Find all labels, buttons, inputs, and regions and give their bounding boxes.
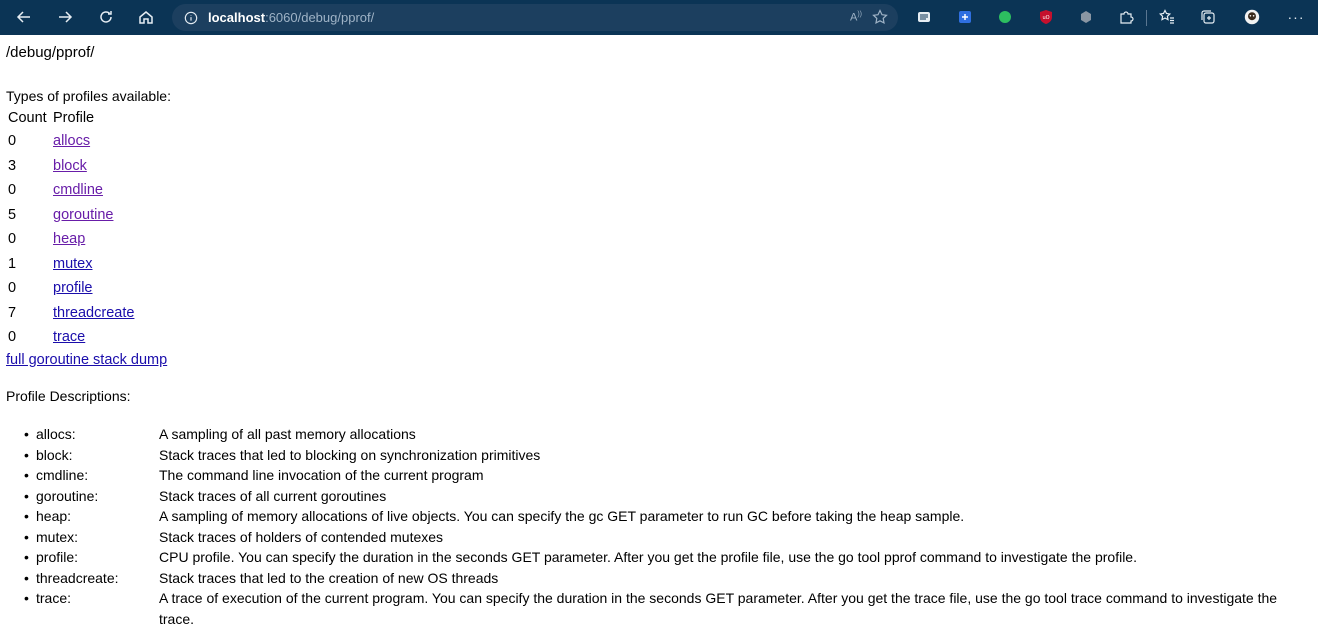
table-row: 0 cmdline (6, 178, 136, 203)
more-menu-icon[interactable]: ··· (1286, 7, 1306, 27)
profile-count: 0 (8, 182, 17, 199)
collections-icon[interactable] (1198, 7, 1218, 27)
table-row: 5 goroutine (6, 203, 136, 228)
profile-cell: mutex (51, 252, 136, 277)
description-text: A trace of execution of the current prog… (159, 590, 1278, 627)
profile-link-cmdline[interactable]: cmdline (53, 182, 103, 198)
profile-cell: threadcreate (51, 301, 136, 326)
profile-cell: trace (51, 325, 136, 350)
profile-link-heap[interactable]: heap (53, 231, 85, 247)
profile-count: 5 (8, 206, 17, 223)
page-path-heading: /debug/pprof/ (6, 44, 95, 61)
list-item: heap: A sampling of memory allocations of… (24, 506, 1304, 527)
profile-count: 0 (8, 280, 17, 297)
extension-evernote-icon[interactable] (995, 7, 1015, 27)
table-row: 0 allocs (6, 129, 136, 154)
profile-cell: heap (51, 227, 136, 252)
description-text: Stack traces that led to blocking on syn… (159, 446, 541, 463)
add-favorite-icon[interactable] (872, 9, 888, 25)
list-item: profile: CPU profile. You can specify the… (24, 547, 1304, 568)
extension-shield-icon[interactable] (955, 7, 975, 27)
description-text: Stack traces of holders of contended mut… (159, 528, 444, 545)
description-name: block: (36, 446, 73, 463)
profile-link-block[interactable]: block (53, 158, 87, 174)
url-host: localhost (208, 10, 266, 25)
list-item: threadcreate: Stack traces that led to th… (24, 568, 1304, 589)
list-item: trace: A trace of execution of the curren… (24, 588, 1304, 629)
count-header: Count (8, 109, 47, 126)
profile-count: 0 (8, 133, 17, 150)
description-name: threadcreate: (36, 569, 119, 586)
profile-header: Profile (53, 109, 95, 126)
list-item: goroutine: Stack traces of all current go… (24, 486, 1304, 507)
profiles-table: Count Profile 0 allocs 3 block 0 cmdline 5 goro… (6, 106, 136, 350)
list-item: cmdline: The command line invocation of t… (24, 465, 1304, 486)
full-goroutine-dump-link[interactable]: full goroutine stack dump (6, 352, 167, 368)
description-text: A sampling of all past memory allocation… (159, 426, 416, 442)
back-arrow-icon[interactable] (12, 5, 36, 29)
description-name: mutex: (36, 528, 79, 545)
description-text: Stack traces of all current goroutines (159, 487, 387, 504)
table-row: 0 profile (6, 276, 136, 301)
forward-arrow-icon[interactable] (53, 5, 77, 29)
profile-link-mutex[interactable]: mutex (53, 256, 93, 272)
list-item: block: Stack traces that led to blocking … (24, 445, 1304, 466)
table-row: 1 mutex (6, 252, 136, 277)
table-row: 0 heap (6, 227, 136, 252)
description-name: heap: (36, 508, 72, 524)
profile-link-threadcreate[interactable]: threadcreate (53, 305, 134, 321)
extension-ublock-icon[interactable]: uO (1036, 7, 1056, 27)
address-bar[interactable]: localhost:6060/debug/pprof/ A)) (172, 4, 898, 31)
profile-count: 1 (8, 255, 17, 272)
profile-descriptions-list: allocs: A sampling of all past memory all… (24, 424, 1304, 629)
profile-cell: allocs (51, 129, 136, 154)
profile-cell: profile (51, 276, 136, 301)
profile-link-trace[interactable]: trace (53, 329, 85, 345)
profile-count: 7 (8, 304, 17, 321)
profile-count: 0 (8, 329, 17, 346)
read-aloud-icon[interactable]: A)) (850, 11, 862, 24)
table-row: 7 threadcreate (6, 301, 136, 326)
profile-cell: cmdline (51, 178, 136, 203)
extension-notes-icon[interactable] (914, 7, 934, 27)
url-path: :6060/debug/pprof/ (265, 10, 375, 25)
profile-count: 0 (8, 231, 17, 248)
profile-cell: goroutine (51, 203, 136, 228)
table-row: 0 trace (6, 325, 136, 350)
toolbar-divider (1146, 10, 1147, 26)
table-row: 3 block (6, 154, 136, 179)
description-name: trace: (36, 590, 72, 606)
description-name: goroutine: (36, 487, 99, 504)
profiles-header-row: Count Profile (6, 106, 136, 129)
home-icon[interactable] (134, 5, 158, 29)
favorites-icon[interactable] (1157, 7, 1177, 27)
description-name: allocs: (36, 426, 76, 442)
list-item: mutex: Stack traces of holders of contend… (24, 527, 1304, 548)
types-label: Types of profiles available: (6, 88, 171, 104)
profile-link-profile[interactable]: profile (53, 280, 93, 296)
description-text: The command line invocation of the curre… (159, 467, 484, 483)
list-item: allocs: A sampling of all past memory all… (24, 424, 1304, 445)
description-text: CPU profile. You can specify the duratio… (159, 549, 1137, 565)
info-icon[interactable] (184, 11, 198, 25)
descriptions-label: Profile Descriptions: (6, 388, 131, 404)
profile-avatar[interactable] (1242, 7, 1262, 27)
profile-link-goroutine[interactable]: goroutine (53, 207, 113, 223)
profile-count: 3 (8, 157, 17, 174)
svg-text:uO: uO (1042, 15, 1049, 21)
extensions-puzzle-icon[interactable] (1116, 7, 1136, 27)
description-text: Stack traces that led to the creation of… (159, 569, 499, 586)
extension-cube-icon[interactable] (1076, 7, 1096, 27)
profile-link-allocs[interactable]: allocs (53, 133, 90, 149)
description-text: A sampling of memory allocations of live… (159, 508, 965, 524)
profile-cell: block (51, 154, 136, 179)
description-name: profile: (36, 549, 79, 565)
refresh-icon[interactable] (94, 5, 118, 29)
description-name: cmdline: (36, 467, 89, 483)
browser-toolbar: localhost:6060/debug/pprof/ A)) uO ··· (0, 0, 1318, 35)
